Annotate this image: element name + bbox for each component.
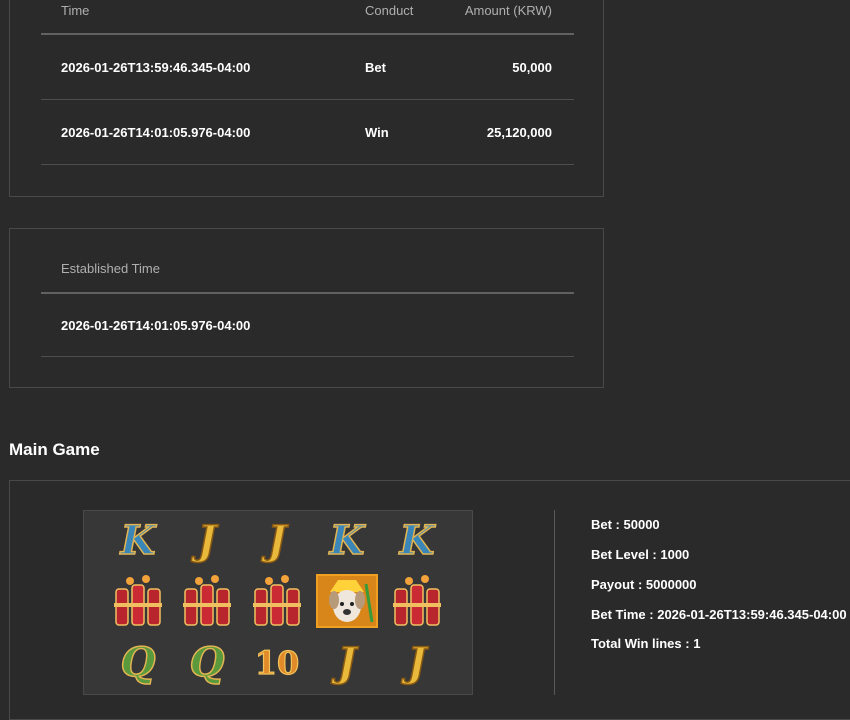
row-divider xyxy=(41,356,574,357)
symbol-10: 10 xyxy=(246,635,308,691)
slot-reels: K J J K K Q Q 10 J J xyxy=(83,510,473,695)
column-header-time: Time xyxy=(61,3,90,18)
payout: Payout : 5000000 xyxy=(591,577,697,592)
firecracker-icon-graphic xyxy=(253,575,301,626)
symbol-label: J xyxy=(407,639,427,686)
info-divider xyxy=(554,510,555,695)
symbol-label: K xyxy=(399,517,435,564)
symbol-label: J xyxy=(337,639,357,686)
bet-amount: Bet : 50000 xyxy=(591,517,660,532)
firecracker-icon xyxy=(176,573,238,629)
row-conduct: Win xyxy=(365,125,389,140)
header-divider xyxy=(41,33,574,35)
symbol-label: J xyxy=(267,517,287,564)
symbol-k: K xyxy=(316,513,378,569)
column-header-established-time: Established Time xyxy=(61,261,160,276)
symbol-k: K xyxy=(386,513,448,569)
established-time-value: 2026-01-26T14:01:05.976-04:00 xyxy=(61,318,251,333)
total-win-lines: Total Win lines : 1 xyxy=(591,636,701,651)
row-amount: 50,000 xyxy=(512,60,552,75)
section-title-main-game: Main Game xyxy=(9,440,100,459)
symbol-label: K xyxy=(329,517,365,564)
symbol-q: Q xyxy=(176,635,238,691)
firecracker-icon xyxy=(246,573,308,629)
header-divider xyxy=(41,292,574,294)
symbol-q: Q xyxy=(107,635,169,691)
row-time: 2026-01-26T13:59:46.345-04:00 xyxy=(61,60,251,75)
column-header-amount: Amount (KRW) xyxy=(464,3,552,18)
established-time-panel: Established Time 2026-01-26T14:01:05.976… xyxy=(9,228,604,388)
symbol-label: Q xyxy=(120,639,156,686)
transaction-table-panel: Time Conduct Amount (KRW) 2026-01-26T13:… xyxy=(9,0,604,197)
symbol-j: J xyxy=(386,635,448,691)
symbol-label: J xyxy=(197,517,217,564)
firecracker-icon xyxy=(107,573,169,629)
warrior-dog-icon-graphic xyxy=(316,574,378,628)
column-header-conduct: Conduct xyxy=(365,3,414,18)
firecracker-icon-graphic xyxy=(393,575,441,626)
symbol-k: K xyxy=(107,513,169,569)
bet-level: Bet Level : 1000 xyxy=(591,547,690,562)
row-amount: 25,120,000 xyxy=(486,125,552,140)
symbol-label: 10 xyxy=(254,644,300,682)
symbol-label: K xyxy=(120,517,156,564)
row-divider xyxy=(41,99,574,100)
bet-time: Bet Time : 2026-01-26T13:59:46.345-04:00 xyxy=(591,607,847,622)
symbol-label: Q xyxy=(189,639,225,686)
firecracker-icon xyxy=(386,573,448,629)
row-conduct: Bet xyxy=(365,60,386,75)
firecracker-icon-graphic xyxy=(183,575,231,626)
warrior-dog-icon xyxy=(316,573,378,629)
symbol-j: J xyxy=(316,635,378,691)
firecracker-icon-graphic xyxy=(114,575,162,626)
symbol-j: J xyxy=(246,513,308,569)
row-divider xyxy=(41,164,574,165)
symbol-j: J xyxy=(176,513,238,569)
row-time: 2026-01-26T14:01:05.976-04:00 xyxy=(61,125,251,140)
